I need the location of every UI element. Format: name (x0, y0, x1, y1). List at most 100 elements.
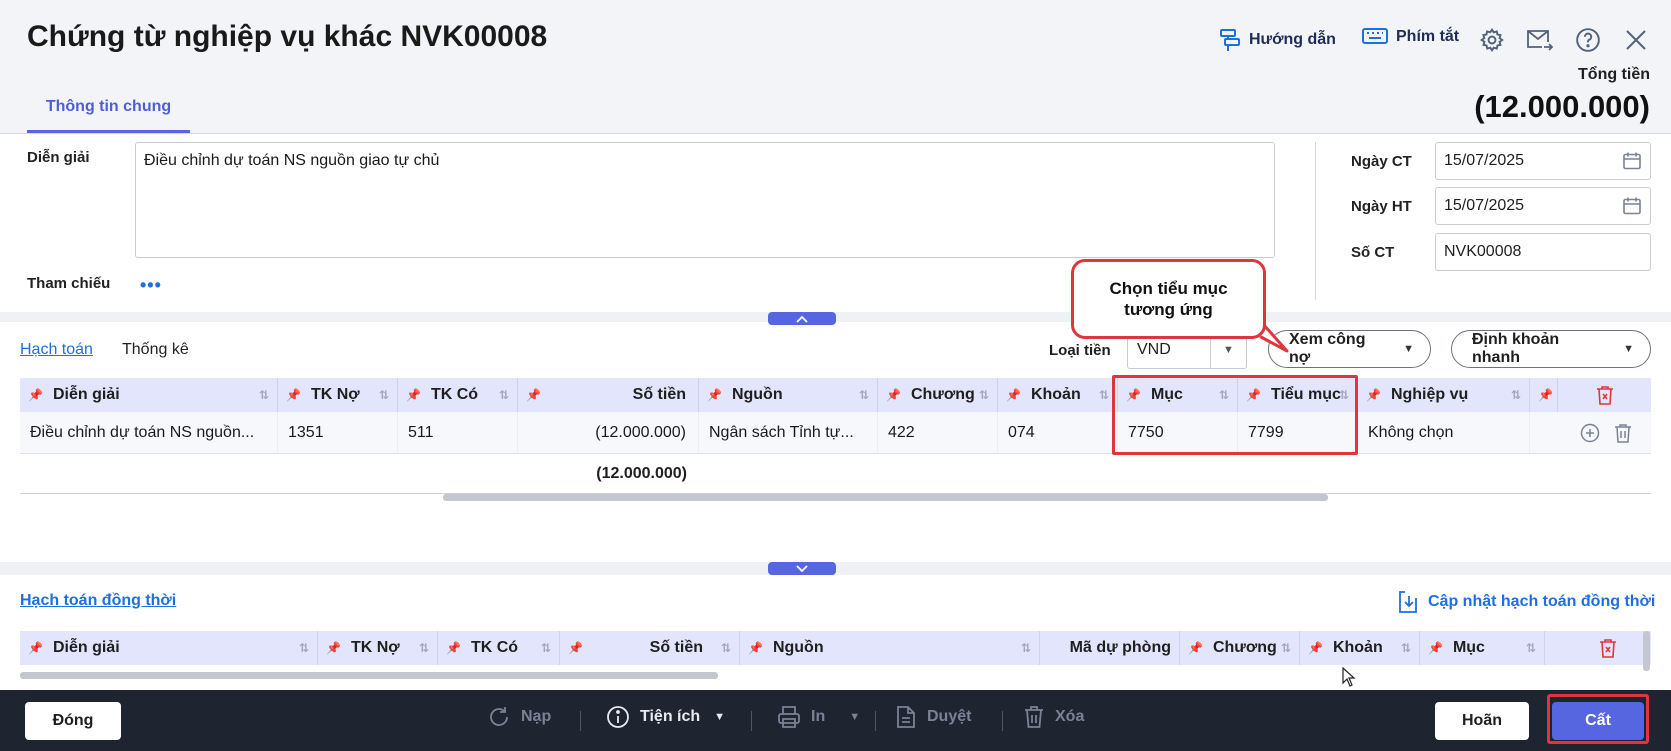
col-debit[interactable]: 📌 TK Nợ ⇅ (318, 631, 438, 665)
pin-icon[interactable]: 📌 (707, 388, 722, 402)
send-email-button[interactable] (1524, 24, 1556, 56)
pin-icon[interactable]: 📌 (568, 641, 583, 655)
sort-icon[interactable]: ⇅ (1099, 388, 1109, 402)
print-button[interactable]: In ▼ (777, 705, 860, 729)
col-chapter[interactable]: 📌 Chương ⇅ (1180, 631, 1300, 665)
col-description[interactable]: 📌 Diễn giải ⇅ (20, 378, 278, 412)
pin-icon[interactable]: 📌 (28, 388, 43, 402)
col-source[interactable]: 📌 Nguồn ⇅ (740, 631, 1040, 665)
delete-all-rows-button[interactable] (1565, 631, 1651, 665)
tab-statistics[interactable]: Thống kê (122, 341, 189, 359)
sort-icon[interactable]: ⇅ (259, 388, 269, 402)
col-muc[interactable]: 📌 Mục ⇅ (1420, 631, 1545, 665)
col-pin-extra[interactable]: 📌 (1530, 378, 1558, 412)
quick-entry-button[interactable]: Định khoản nhanh ▼ (1451, 330, 1651, 368)
delete-row-button[interactable] (1608, 412, 1638, 453)
doc-date-field[interactable]: 15/07/2025 (1435, 142, 1651, 180)
shortcut-link[interactable]: Phím tắt (1362, 28, 1459, 46)
row-source[interactable]: Ngân sách Tỉnh tự... (699, 412, 878, 453)
col-credit[interactable]: 📌 TK Có ⇅ (398, 378, 518, 412)
pin-icon[interactable]: 📌 (1188, 641, 1203, 655)
reference-more-button[interactable]: ••• (140, 275, 162, 296)
sort-icon[interactable]: ⇅ (979, 388, 989, 402)
pin-icon[interactable]: 📌 (748, 641, 763, 655)
sort-icon[interactable]: ⇅ (1021, 641, 1031, 655)
pin-icon[interactable]: 📌 (28, 641, 43, 655)
sort-icon[interactable]: ⇅ (299, 641, 309, 655)
col-chapter[interactable]: 📌 Chương ⇅ (878, 378, 998, 412)
doc-date-label: Ngày CT (1351, 153, 1412, 170)
close-window-button[interactable] (1620, 24, 1652, 56)
expand-section-button[interactable] (768, 562, 836, 575)
help-button[interactable] (1572, 24, 1604, 56)
total-label: Tổng tiền (1578, 66, 1650, 83)
pin-icon[interactable]: 📌 (1366, 388, 1381, 402)
reload-button[interactable]: Nạp (487, 705, 551, 729)
pin-icon[interactable]: 📌 (1428, 641, 1443, 655)
pin-icon[interactable]: 📌 (526, 388, 541, 402)
col-amount[interactable]: 📌 Số tiền (518, 378, 699, 412)
row-khoan[interactable]: 074 (998, 412, 1118, 453)
save-button[interactable]: Cất (1552, 702, 1644, 740)
col-amount[interactable]: 📌 Số tiền ⇅ (560, 631, 740, 665)
delete-button[interactable]: Xóa (1023, 705, 1084, 729)
table-row[interactable]: Điều chỉnh dự toán NS nguồn... 1351 511 … (20, 412, 1651, 454)
row-description[interactable]: Điều chỉnh dự toán NS nguồn... (20, 412, 278, 453)
doc-no-field[interactable]: NVK00008 (1435, 233, 1651, 271)
col-debit[interactable]: 📌 TK Nợ ⇅ (278, 378, 398, 412)
col-credit[interactable]: 📌 TK Có ⇅ (438, 631, 560, 665)
row-debit[interactable]: 1351 (278, 412, 398, 453)
calendar-icon[interactable] (1622, 196, 1642, 216)
horizontal-scrollbar[interactable] (20, 672, 718, 679)
update-concurrent-link[interactable]: Cập nhật hạch toán đồng thời (1398, 590, 1655, 614)
col-source[interactable]: 📌 Nguồn ⇅ (699, 378, 878, 412)
sort-icon[interactable]: ⇅ (859, 388, 869, 402)
sort-icon[interactable]: ⇅ (1526, 641, 1536, 655)
doc-no-label: Số CT (1351, 244, 1395, 261)
sort-icon[interactable]: ⇅ (1401, 641, 1411, 655)
row-business[interactable]: Không chọn (1358, 412, 1530, 453)
printer-icon (778, 706, 800, 728)
col-khoan[interactable]: 📌 Khoản ⇅ (998, 378, 1118, 412)
sort-icon[interactable]: ⇅ (419, 641, 429, 655)
sort-icon[interactable]: ⇅ (1281, 641, 1291, 655)
col-khoan[interactable]: 📌 Khoản ⇅ (1300, 631, 1420, 665)
calendar-icon[interactable] (1622, 151, 1642, 171)
pin-icon[interactable]: 📌 (286, 388, 301, 402)
pin-icon[interactable]: 📌 (886, 388, 901, 402)
post-date-value: 15/07/2025 (1444, 197, 1525, 214)
sort-icon[interactable]: ⇅ (721, 641, 731, 655)
close-button[interactable]: Đóng (25, 702, 121, 740)
approve-button[interactable]: Duyệt (895, 705, 971, 729)
pin-icon[interactable]: 📌 (406, 388, 421, 402)
row-credit[interactable]: 511 (398, 412, 518, 453)
concurrent-title[interactable]: Hạch toán đồng thời (20, 592, 176, 610)
delete-all-rows-button[interactable] (1558, 378, 1651, 412)
col-description[interactable]: 📌 Diễn giải ⇅ (20, 631, 318, 665)
vertical-scrollbar[interactable] (1643, 631, 1650, 671)
pin-icon[interactable]: 📌 (1006, 388, 1021, 402)
row-chapter[interactable]: 422 (878, 412, 998, 453)
tab-general-info[interactable]: Thông tin chung (27, 95, 190, 133)
pin-icon[interactable]: 📌 (326, 641, 341, 655)
sort-icon[interactable]: ⇅ (379, 388, 389, 402)
pin-icon[interactable]: 📌 (1538, 388, 1553, 402)
settings-button[interactable] (1476, 24, 1508, 56)
row-amount[interactable]: (12.000.000) (518, 412, 699, 453)
sort-icon[interactable]: ⇅ (499, 388, 509, 402)
post-date-field[interactable]: 15/07/2025 (1435, 187, 1651, 225)
description-textarea[interactable]: Điều chỉnh dự toán NS nguồn giao tự chủ (135, 142, 1275, 258)
pin-icon[interactable]: 📌 (1308, 641, 1323, 655)
sort-icon[interactable]: ⇅ (1511, 388, 1521, 402)
pin-icon[interactable]: 📌 (446, 641, 461, 655)
guide-link[interactable]: Hướng dẫn (1219, 28, 1336, 52)
col-reserve-code[interactable]: Mã dự phòng (1040, 631, 1180, 665)
horizontal-scrollbar[interactable] (443, 494, 1328, 501)
utilities-button[interactable]: Tiện ích ▼ (606, 705, 725, 729)
tab-accounting[interactable]: Hạch toán (20, 341, 93, 359)
add-row-button[interactable] (1575, 412, 1605, 453)
sort-icon[interactable]: ⇅ (541, 641, 551, 655)
cancel-button[interactable]: Hoãn (1435, 702, 1529, 740)
collapse-form-button[interactable] (768, 312, 836, 325)
col-business[interactable]: 📌 Nghiệp vụ ⇅ (1358, 378, 1530, 412)
